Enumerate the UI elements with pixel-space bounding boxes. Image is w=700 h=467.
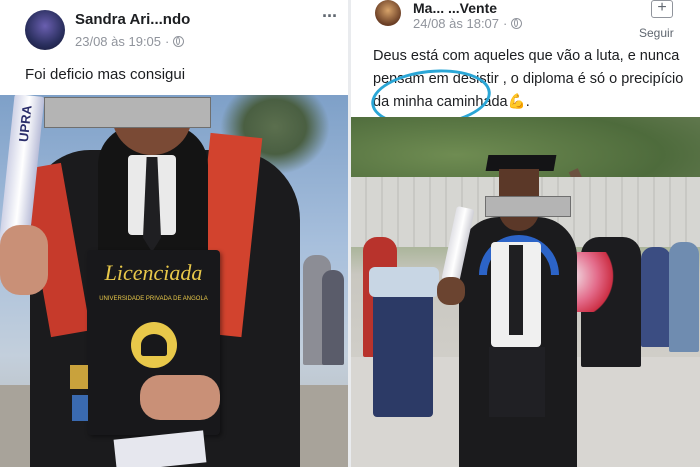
plus-icon: + (651, 0, 673, 18)
crowd-person (641, 247, 671, 347)
author-name[interactable]: Sandra Ari...ndo (75, 11, 190, 28)
scroll-label: UPRA (15, 104, 35, 143)
skirt (489, 347, 545, 417)
follow-label: Seguir (639, 26, 674, 40)
hand (0, 225, 48, 295)
globe-icon (511, 18, 523, 29)
book-title: Licenciada (104, 260, 203, 285)
post-photo[interactable]: UPRA Licenciada UNIVERSIDADE PRIVADA DE … (0, 95, 348, 467)
necktie (509, 245, 523, 335)
tree-emblem-icon (141, 334, 167, 356)
censor-bar (44, 97, 211, 128)
post-caption: Foi deficio mas consigui (25, 66, 186, 83)
post-meta: 24/08 às 18:07 · (413, 16, 523, 31)
stole-badge (70, 365, 88, 389)
university-logo (131, 322, 177, 368)
follow-button[interactable]: + Seguir (639, 0, 685, 40)
timestamp[interactable]: 24/08 às 18:07 (413, 16, 499, 31)
post-photo[interactable] (351, 117, 700, 467)
left-post: Sandra Ari...ndo 23/08 às 19:05 · ··· Fo… (0, 0, 348, 467)
hand (140, 375, 220, 420)
globe-icon (173, 36, 185, 47)
censor-bar (485, 196, 571, 217)
dot-separator: · (503, 16, 508, 31)
post-meta: 23/08 às 19:05 · (75, 34, 185, 49)
dot-separator: · (165, 34, 170, 49)
author-avatar[interactable] (25, 10, 65, 50)
crowd-person (369, 267, 439, 297)
flexed-biceps-emoji: 💪 (507, 94, 526, 110)
right-post: Ma... ...Vente 24/08 às 18:07 · + Seguir… (351, 0, 700, 467)
author-avatar[interactable] (375, 0, 401, 26)
stole-badge (72, 395, 88, 421)
crowd-person (669, 242, 699, 352)
background-person (322, 270, 344, 365)
book-subtitle: UNIVERSIDADE PRIVADA DE ANGOLA (99, 296, 208, 302)
more-options-icon[interactable]: ··· (322, 6, 338, 27)
author-name[interactable]: Ma... ...Vente (413, 0, 497, 16)
hand (437, 277, 465, 305)
timestamp[interactable]: 23/08 às 19:05 (75, 34, 161, 49)
crowd-person (373, 277, 433, 417)
